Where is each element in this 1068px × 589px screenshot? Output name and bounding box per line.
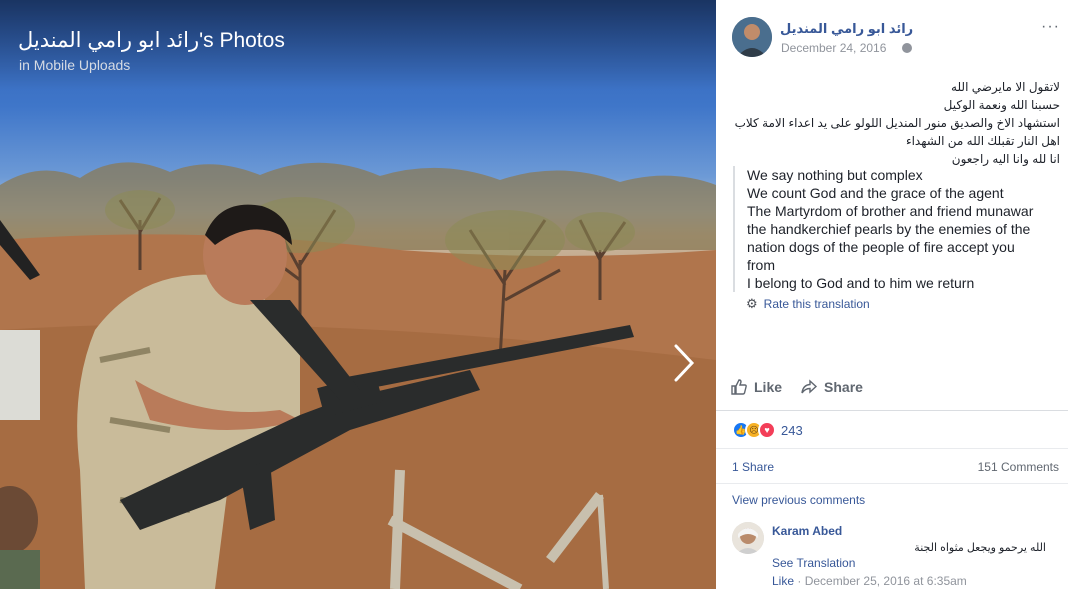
meta-separator: · [797, 574, 805, 588]
translation-line: from [747, 257, 775, 273]
see-translation-link[interactable]: See Translation [772, 556, 855, 570]
post-text-line: استشهاد الاخ والصديق منور المنديل اللولو… [734, 116, 1060, 130]
photo-album-subtitle[interactable]: in Mobile Uploads [19, 57, 130, 73]
author-avatar[interactable] [732, 17, 772, 57]
reactions-summary[interactable]: 👍 ☹ ♥ 243 [732, 421, 803, 439]
commenter-avatar[interactable] [732, 522, 764, 554]
thumbs-up-icon [731, 379, 747, 395]
comment-like-link[interactable]: Like [772, 574, 794, 588]
translation-line: We count God and the grace of the agent [747, 185, 1004, 201]
translation-line: nation dogs of the people of fire accept… [747, 239, 1015, 255]
next-photo-button[interactable] [664, 338, 704, 388]
post-text-line: لاتقول الا مايرضي الله [951, 80, 1060, 94]
post-actions: Like Share [730, 378, 863, 396]
comment-meta: Like · December 25, 2016 at 6:35am [772, 574, 967, 588]
post-translation: We say nothing but complex We count God … [733, 166, 1053, 292]
view-previous-comments-link[interactable]: View previous comments [732, 493, 865, 507]
comment-text: الله يرحمو ويجعل مثواه الجنة [914, 542, 1046, 554]
rate-translation-label: Rate this translation [763, 297, 870, 311]
commenter-avatar-image [732, 522, 764, 554]
translation-line: the handkerchief pearls by the enemies o… [747, 221, 1031, 237]
share-count[interactable]: 1 Share [732, 460, 774, 474]
comment-timestamp[interactable]: December 25, 2016 at 6:35am [805, 574, 967, 588]
comment-count[interactable]: 151 Comments [978, 460, 1059, 474]
avatar-image [732, 17, 772, 57]
share-button[interactable]: Share [800, 378, 863, 396]
globe-icon [902, 43, 912, 53]
divider [716, 483, 1068, 484]
translation-line: The Martyrdom of brother and friend muna… [747, 203, 1034, 219]
chevron-right-icon [674, 344, 695, 382]
like-label: Like [754, 379, 783, 395]
post-text-original: لاتقول الا مايرضي الله حسبنا الله ونعمة … [730, 78, 1060, 168]
comment-author[interactable]: Karam Abed [772, 524, 842, 538]
share-arrow-icon [801, 379, 818, 394]
like-button[interactable]: Like [730, 378, 782, 396]
rate-translation-link[interactable]: ⚙ Rate this translation [746, 296, 870, 312]
post-text-line: اهل النار تقبلك الله من الشهداء [905, 134, 1060, 148]
post-text-line: حسبنا الله ونعمة الوكيل [943, 98, 1060, 112]
share-label: Share [824, 379, 863, 395]
divider [716, 448, 1068, 449]
photo-album-title[interactable]: رائد ابو رامي المنديل's Photos [18, 28, 285, 53]
more-options-button[interactable]: ··· [1041, 18, 1060, 36]
post-date[interactable]: December 24, 2016 [781, 41, 886, 55]
love-reaction-icon: ♥ [758, 421, 776, 439]
post-panel: رائد ابو رامي المنديل December 24, 2016 … [716, 0, 1068, 589]
post-author[interactable]: رائد ابو رامي المنديل [780, 21, 913, 37]
photo-viewer: رائد ابو رامي المنديل's Photos in Mobile… [0, 0, 716, 589]
gear-icon: ⚙ [746, 296, 758, 311]
reaction-count[interactable]: 243 [781, 423, 803, 438]
translation-line: I belong to God and to him we return [747, 275, 975, 291]
translation-line: We say nothing but complex [747, 167, 923, 183]
divider [716, 410, 1068, 411]
